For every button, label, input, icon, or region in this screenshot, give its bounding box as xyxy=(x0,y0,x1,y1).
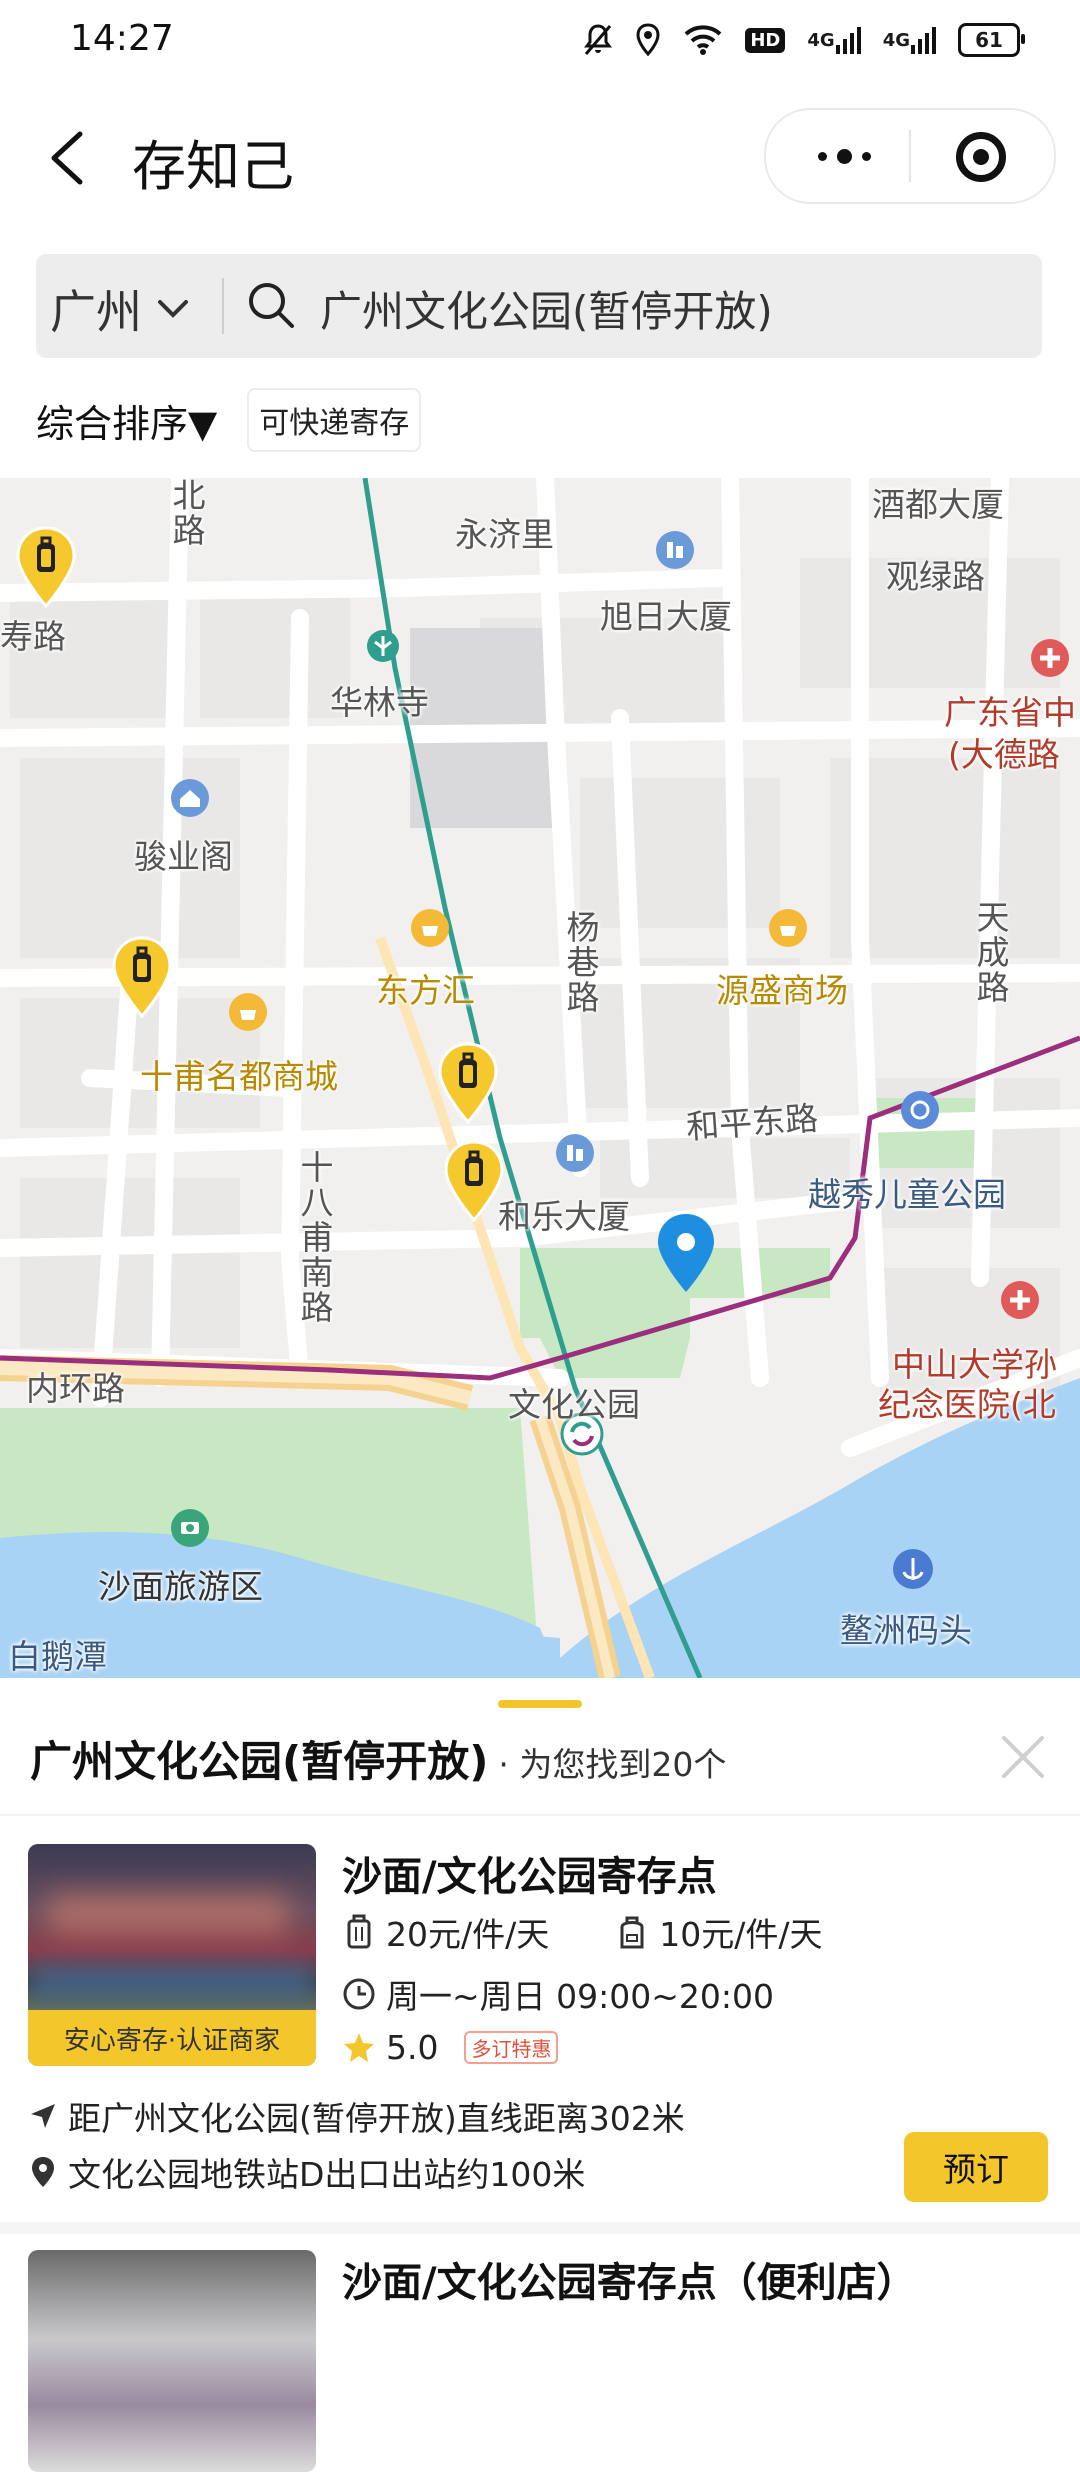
city-selector[interactable]: 广州 xyxy=(50,276,190,342)
luggage-pin[interactable] xyxy=(442,1140,506,1222)
price-small: 10元/件/天 xyxy=(659,1915,823,1954)
navigation-arrow-icon xyxy=(31,2104,55,2128)
filter-bar: 综合排序▼ 可快递寄存 xyxy=(36,388,422,452)
status-time: 14:27 xyxy=(70,18,174,59)
search-icon xyxy=(249,283,294,328)
map-label: (大德路 xyxy=(948,735,1060,774)
results-header: 广州文化公园(暂停开放) · 为您找到20个 xyxy=(30,1728,726,1789)
map-view[interactable]: 北路 永济里 酒都大厦 观绿路 旭日大厦 华林寺 广东省中 (大德路 寿路 骏业… xyxy=(0,478,1080,1678)
price-large: 20元/件/天 xyxy=(386,1915,550,1954)
map-label: 广东省中 xyxy=(944,693,1076,732)
map-label: 酒都大厦 xyxy=(872,485,1004,524)
distance-text: 距广州文化公园(暂停开放)直线距离302米 xyxy=(68,2099,685,2138)
hospital-icon xyxy=(1001,1281,1039,1319)
address-text: 文化公园地铁站D出口出站约100米 xyxy=(68,2155,586,2194)
close-miniprogram-button[interactable] xyxy=(956,132,1006,182)
more-button[interactable] xyxy=(804,130,884,182)
address-row: 文化公园地铁站D出口出站约100米 xyxy=(28,2148,585,2196)
signal-icon-1: 4G xyxy=(807,22,861,58)
express-storage-filter[interactable]: 可快递寄存 xyxy=(247,388,422,452)
battery-icon: 61 xyxy=(958,23,1025,57)
backpack-icon xyxy=(620,1916,644,1949)
search-input[interactable]: 广州文化公园(暂停开放) xyxy=(320,278,773,339)
map-label: 文化公园 xyxy=(508,1385,640,1424)
location-icon xyxy=(635,22,661,58)
status-bar: 14:27 HD 4G 4G 61 xyxy=(0,0,1080,82)
map-label: 华林寺 xyxy=(330,683,429,722)
opening-hours: 周一~周日 09:00~20:00 xyxy=(386,1977,774,2016)
close-icon[interactable] xyxy=(998,1732,1048,1782)
scenic-icon xyxy=(171,1509,209,1547)
map-label: 永济里 xyxy=(455,515,554,554)
map-label: 十八甫南路 xyxy=(295,1150,334,1325)
results-count: · 为您找到20个 xyxy=(498,1745,727,1784)
page-title: 存知己 xyxy=(132,135,294,198)
price-row: 20元/件/天 10元/件/天 xyxy=(342,1908,822,1956)
map-label: 十甫名都商城 xyxy=(140,1057,338,1096)
status-icons: HD 4G 4G 61 xyxy=(583,22,1025,58)
hospital-icon xyxy=(1031,639,1069,677)
sort-dropdown[interactable]: 综合排序▼ xyxy=(36,393,217,448)
shopping-icon xyxy=(229,993,267,1031)
map-label: 鳌洲码头 xyxy=(840,1611,972,1650)
map-label: 和平东路 xyxy=(684,1098,820,1147)
map-label: 东方汇 xyxy=(376,971,475,1010)
building-icon xyxy=(556,1134,594,1172)
hours-row: 周一~周日 09:00~20:00 xyxy=(342,1970,774,2018)
shopping-icon xyxy=(411,909,449,947)
drag-handle[interactable] xyxy=(498,1700,582,1708)
store-title: 沙面/文化公园寄存点（便利店） xyxy=(342,2260,917,2306)
results-sheet: 广州文化公园(暂停开放) · 为您找到20个 安心寄存·认证商家 沙面/文化公园… xyxy=(0,1678,1080,2472)
map-label: 天成路 xyxy=(971,900,1010,1005)
map-label: 纪念医院(北 xyxy=(878,1385,1056,1424)
metro-station-icon xyxy=(367,630,399,662)
map-label: 白鹅潭 xyxy=(8,1637,107,1676)
map-label: 观绿路 xyxy=(886,557,985,596)
promo-tag: 多订特惠 xyxy=(464,2031,559,2064)
certified-badge: 安心寄存·认证商家 xyxy=(28,2010,316,2066)
store-thumbnail xyxy=(28,2250,316,2472)
store-title: 沙面/文化公园寄存点 xyxy=(342,1854,717,1900)
miniprogram-capsule xyxy=(764,108,1056,204)
map-label: 内环路 xyxy=(26,1369,125,1408)
search-bar: 广州 广州文化公园(暂停开放) xyxy=(36,254,1042,358)
building-icon xyxy=(656,531,694,569)
map-label: 源盛商场 xyxy=(716,971,848,1010)
book-button[interactable]: 预订 xyxy=(904,2132,1048,2202)
more-icon xyxy=(817,151,827,161)
hd-icon: HD xyxy=(745,22,786,58)
chevron-down-icon xyxy=(158,300,188,318)
distance-row: 距广州文化公园(暂停开放)直线距离302米 xyxy=(28,2092,685,2140)
signal-icon-2: 4G xyxy=(883,22,936,58)
map-label: 杨巷路 xyxy=(561,910,600,1015)
star-icon xyxy=(344,2032,374,2062)
rating-value: 5.0 xyxy=(386,2028,439,2067)
luggage-pin[interactable] xyxy=(110,936,174,1018)
map-label: 沙面旅游区 xyxy=(98,1567,263,1606)
map-label: 北路 xyxy=(167,478,206,548)
luggage-pin[interactable] xyxy=(14,526,78,608)
map-label: 旭日大厦 xyxy=(600,597,732,636)
shopping-icon xyxy=(769,909,807,947)
mute-icon xyxy=(583,22,613,58)
luggage-pin[interactable] xyxy=(436,1042,500,1124)
title-bar: 存知己 xyxy=(0,82,1080,232)
map-label: 越秀儿童公园 xyxy=(808,1175,1006,1214)
location-pin-icon xyxy=(658,1214,714,1292)
residence-icon xyxy=(171,779,209,817)
store-thumbnail: 安心寄存·认证商家 xyxy=(28,1844,316,2066)
pier-icon xyxy=(893,1549,933,1589)
back-button[interactable] xyxy=(40,118,100,198)
map-label: 寿路 xyxy=(0,617,66,656)
clock-icon xyxy=(343,1978,375,2010)
rating-row: 5.0 多订特惠 xyxy=(342,2028,559,2067)
chevron-left-icon xyxy=(51,131,83,185)
map-label: 骏业阁 xyxy=(134,837,233,876)
location-marker-icon xyxy=(32,2157,54,2187)
results-location: 广州文化公园(暂停开放) xyxy=(30,1737,489,1786)
wifi-icon xyxy=(683,22,723,58)
park-icon xyxy=(901,1091,939,1129)
map-label: 和乐大厦 xyxy=(498,1197,630,1236)
suitcase-icon xyxy=(347,1914,371,1949)
